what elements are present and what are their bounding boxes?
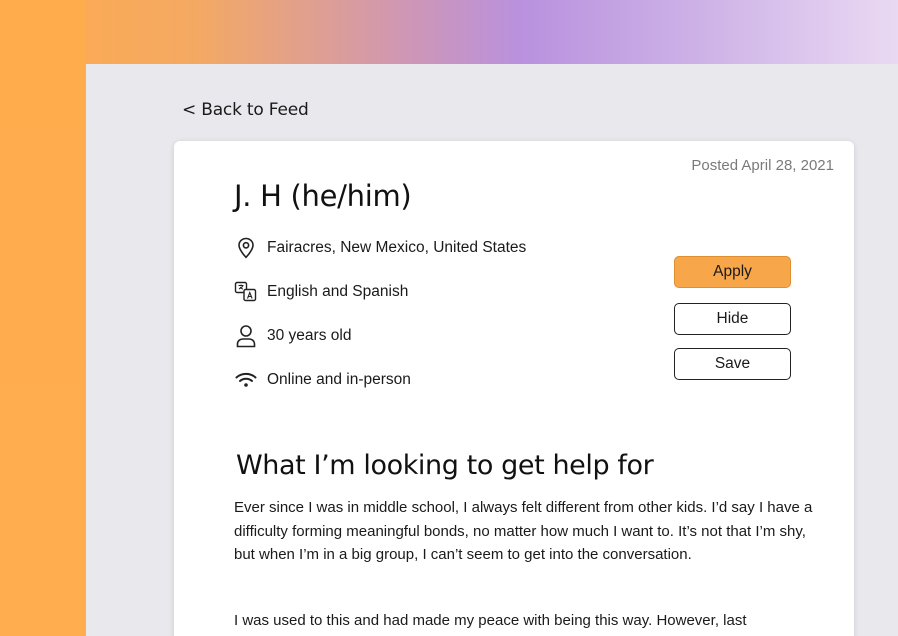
translate-icon — [234, 280, 258, 304]
map-pin-icon — [234, 236, 258, 260]
person-icon — [234, 324, 258, 348]
section-title: What I’m looking to get help for — [236, 450, 654, 481]
back-to-feed-link[interactable]: < Back to Feed — [182, 100, 309, 120]
age-row: 30 years old — [234, 324, 351, 348]
description-paragraph: Ever since I was in middle school, I alw… — [234, 499, 813, 563]
language-row: English and Spanish — [234, 280, 408, 304]
language-text: English and Spanish — [267, 283, 409, 300]
background-left-strip — [0, 0, 86, 636]
age-text: 30 years old — [267, 327, 352, 344]
location-row: Fairacres, New Mexico, United States — [234, 236, 526, 260]
description-paragraph: I was used to this and had made my peace… — [234, 612, 747, 629]
save-button[interactable]: Save — [674, 348, 791, 380]
mode-row: Online and in-person — [234, 368, 411, 392]
poster-name: J. H (he/him) — [234, 179, 412, 213]
hide-button[interactable]: Hide — [674, 303, 791, 335]
apply-button[interactable]: Apply — [674, 256, 791, 288]
location-text: Fairacres, New Mexico, United States — [267, 239, 527, 256]
wifi-icon — [234, 368, 258, 392]
post-card: Posted April 28, 2021 J. H (he/him) Fair… — [174, 141, 854, 636]
posted-date: Posted April 28, 2021 — [691, 157, 834, 174]
main-panel: < Back to Feed Posted April 28, 2021 J. … — [86, 64, 898, 636]
mode-text: Online and in-person — [267, 371, 411, 388]
